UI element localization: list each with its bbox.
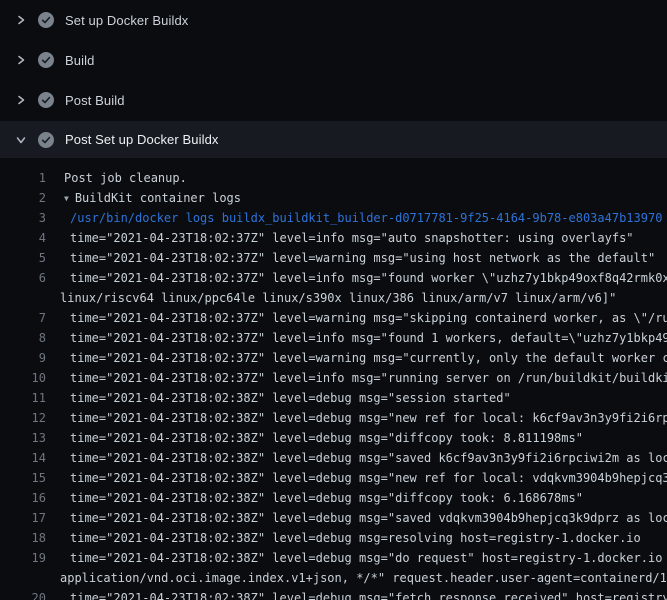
log-row: 16 time="2021-04-23T18:02:38Z" level=debu… xyxy=(0,488,667,508)
log-line-number xyxy=(0,288,46,308)
step-row-post-build[interactable]: Post Build xyxy=(0,80,667,120)
collapse-group-icon[interactable]: ▼ xyxy=(64,194,69,203)
log-row: 14 time="2021-04-23T18:02:38Z" level=debu… xyxy=(0,448,667,468)
log-line-text: time="2021-04-23T18:02:38Z" level=debug … xyxy=(70,508,667,528)
log-line-text: application/vnd.oci.image.index.v1+json,… xyxy=(60,568,667,588)
log-row: 7 time="2021-04-23T18:02:37Z" level=warni… xyxy=(0,308,667,328)
log-line-number[interactable]: 6 xyxy=(0,268,46,288)
log-row: application/vnd.oci.image.index.v1+json,… xyxy=(0,568,667,588)
log-line-text: Post job cleanup. xyxy=(64,168,187,188)
log-row: 6 time="2021-04-23T18:02:37Z" level=info … xyxy=(0,268,667,288)
log-line-number[interactable]: 17 xyxy=(0,508,46,528)
log-line-number[interactable]: 18 xyxy=(0,528,46,548)
log-line-text: time="2021-04-23T18:02:37Z" level=info m… xyxy=(70,328,667,348)
check-circle-icon xyxy=(38,132,54,148)
log-line-text: time="2021-04-23T18:02:38Z" level=debug … xyxy=(70,548,667,568)
log-line-number[interactable]: 2 xyxy=(0,188,46,208)
log-line-text: time="2021-04-23T18:02:37Z" level=info m… xyxy=(70,368,667,388)
log-line-text: time="2021-04-23T18:02:38Z" level=debug … xyxy=(70,588,667,600)
log-line-number[interactable]: 12 xyxy=(0,408,46,428)
log-line-number[interactable]: 9 xyxy=(0,348,46,368)
log-line-text: time="2021-04-23T18:02:38Z" level=debug … xyxy=(70,528,641,548)
log-row: 2 ▼ BuildKit container logs xyxy=(0,188,667,208)
log-row: 18 time="2021-04-23T18:02:38Z" level=debu… xyxy=(0,528,667,548)
step-row-post-set-up-docker-buildx[interactable]: Post Set up Docker Buildx xyxy=(0,121,667,158)
log-line-number[interactable]: 10 xyxy=(0,368,46,388)
step-row-set-up-docker-buildx[interactable]: Set up Docker Buildx xyxy=(0,0,667,40)
log-line-text: time="2021-04-23T18:02:38Z" level=debug … xyxy=(70,468,667,488)
log-line-text: time="2021-04-23T18:02:38Z" level=debug … xyxy=(70,448,667,468)
log-row: 8 time="2021-04-23T18:02:37Z" level=info … xyxy=(0,328,667,348)
log-row: 3/usr/bin/docker logs buildx_buildkit_bu… xyxy=(0,208,667,228)
log-row: 5 time="2021-04-23T18:02:37Z" level=warni… xyxy=(0,248,667,268)
log-line-text: time="2021-04-23T18:02:37Z" level=warnin… xyxy=(70,308,667,328)
log-line-text: time="2021-04-23T18:02:37Z" level=warnin… xyxy=(70,248,655,268)
step-title: Set up Docker Buildx xyxy=(65,13,188,28)
log-line-number[interactable]: 7 xyxy=(0,308,46,328)
log-row: 19 time="2021-04-23T18:02:38Z" level=debu… xyxy=(0,548,667,568)
log-line-number[interactable]: 5 xyxy=(0,248,46,268)
log-line-number[interactable]: 14 xyxy=(0,448,46,468)
log-row: 20 time="2021-04-23T18:02:38Z" level=debu… xyxy=(0,588,667,600)
log-group-title[interactable]: BuildKit container logs xyxy=(75,191,241,205)
log-row: 12 time="2021-04-23T18:02:38Z" level=debu… xyxy=(0,408,667,428)
log-line-number[interactable]: 11 xyxy=(0,388,46,408)
log-line-text: time="2021-04-23T18:02:38Z" level=debug … xyxy=(70,428,583,448)
log-command-text: /usr/bin/docker logs buildx_buildkit_bui… xyxy=(70,208,662,228)
check-circle-icon xyxy=(38,12,54,28)
log-line-number[interactable]: 3 xyxy=(0,208,46,228)
log-line-number[interactable]: 13 xyxy=(0,428,46,448)
check-circle-icon xyxy=(38,52,54,68)
log-line-text: time="2021-04-23T18:02:37Z" level=info m… xyxy=(70,228,634,248)
log-line-number[interactable]: 8 xyxy=(0,328,46,348)
log-output: 1 Post job cleanup. 2 ▼ BuildKit container l… xyxy=(0,158,667,600)
log-line-text: time="2021-04-23T18:02:38Z" level=debug … xyxy=(70,408,667,428)
step-row-build[interactable]: Build xyxy=(0,40,667,80)
log-line-text: time="2021-04-23T18:02:38Z" level=debug … xyxy=(70,388,511,408)
log-line-text: time="2021-04-23T18:02:38Z" level=debug … xyxy=(70,488,583,508)
chevron-right-icon xyxy=(15,94,27,106)
steps-list: Set up Docker Buildx Build Post Build Po… xyxy=(0,0,667,158)
log-row: 11 time="2021-04-23T18:02:38Z" level=debu… xyxy=(0,388,667,408)
log-row: linux/riscv64 linux/ppc64le linux/s390x … xyxy=(0,288,667,308)
log-row: 17 time="2021-04-23T18:02:38Z" level=debu… xyxy=(0,508,667,528)
chevron-right-icon xyxy=(15,54,27,66)
log-line-text: ▼ BuildKit container logs xyxy=(64,188,241,208)
log-line-number[interactable]: 16 xyxy=(0,488,46,508)
check-circle-icon xyxy=(38,92,54,108)
log-line-number xyxy=(0,568,46,588)
step-title: Post Build xyxy=(65,93,125,108)
log-line-number[interactable]: 4 xyxy=(0,228,46,248)
log-line-number[interactable]: 15 xyxy=(0,468,46,488)
log-line-text: linux/riscv64 linux/ppc64le linux/s390x … xyxy=(60,288,616,308)
log-line-number[interactable]: 19 xyxy=(0,548,46,568)
step-title: Build xyxy=(65,53,94,68)
log-row: 1 Post job cleanup. xyxy=(0,168,667,188)
log-row: 4 time="2021-04-23T18:02:37Z" level=info … xyxy=(0,228,667,248)
log-row: 13 time="2021-04-23T18:02:38Z" level=debu… xyxy=(0,428,667,448)
log-line-text: time="2021-04-23T18:02:37Z" level=info m… xyxy=(70,268,667,288)
log-row: 10 time="2021-04-23T18:02:37Z" level=info… xyxy=(0,368,667,388)
chevron-right-icon xyxy=(15,14,27,26)
log-row: 15 time="2021-04-23T18:02:38Z" level=debu… xyxy=(0,468,667,488)
log-line-number[interactable]: 20 xyxy=(0,588,46,600)
log-line-text: time="2021-04-23T18:02:37Z" level=warnin… xyxy=(70,348,667,368)
log-row: 9 time="2021-04-23T18:02:37Z" level=warni… xyxy=(0,348,667,368)
chevron-down-icon xyxy=(15,134,27,146)
step-title: Post Set up Docker Buildx xyxy=(65,132,219,147)
log-line-number[interactable]: 1 xyxy=(0,168,46,188)
